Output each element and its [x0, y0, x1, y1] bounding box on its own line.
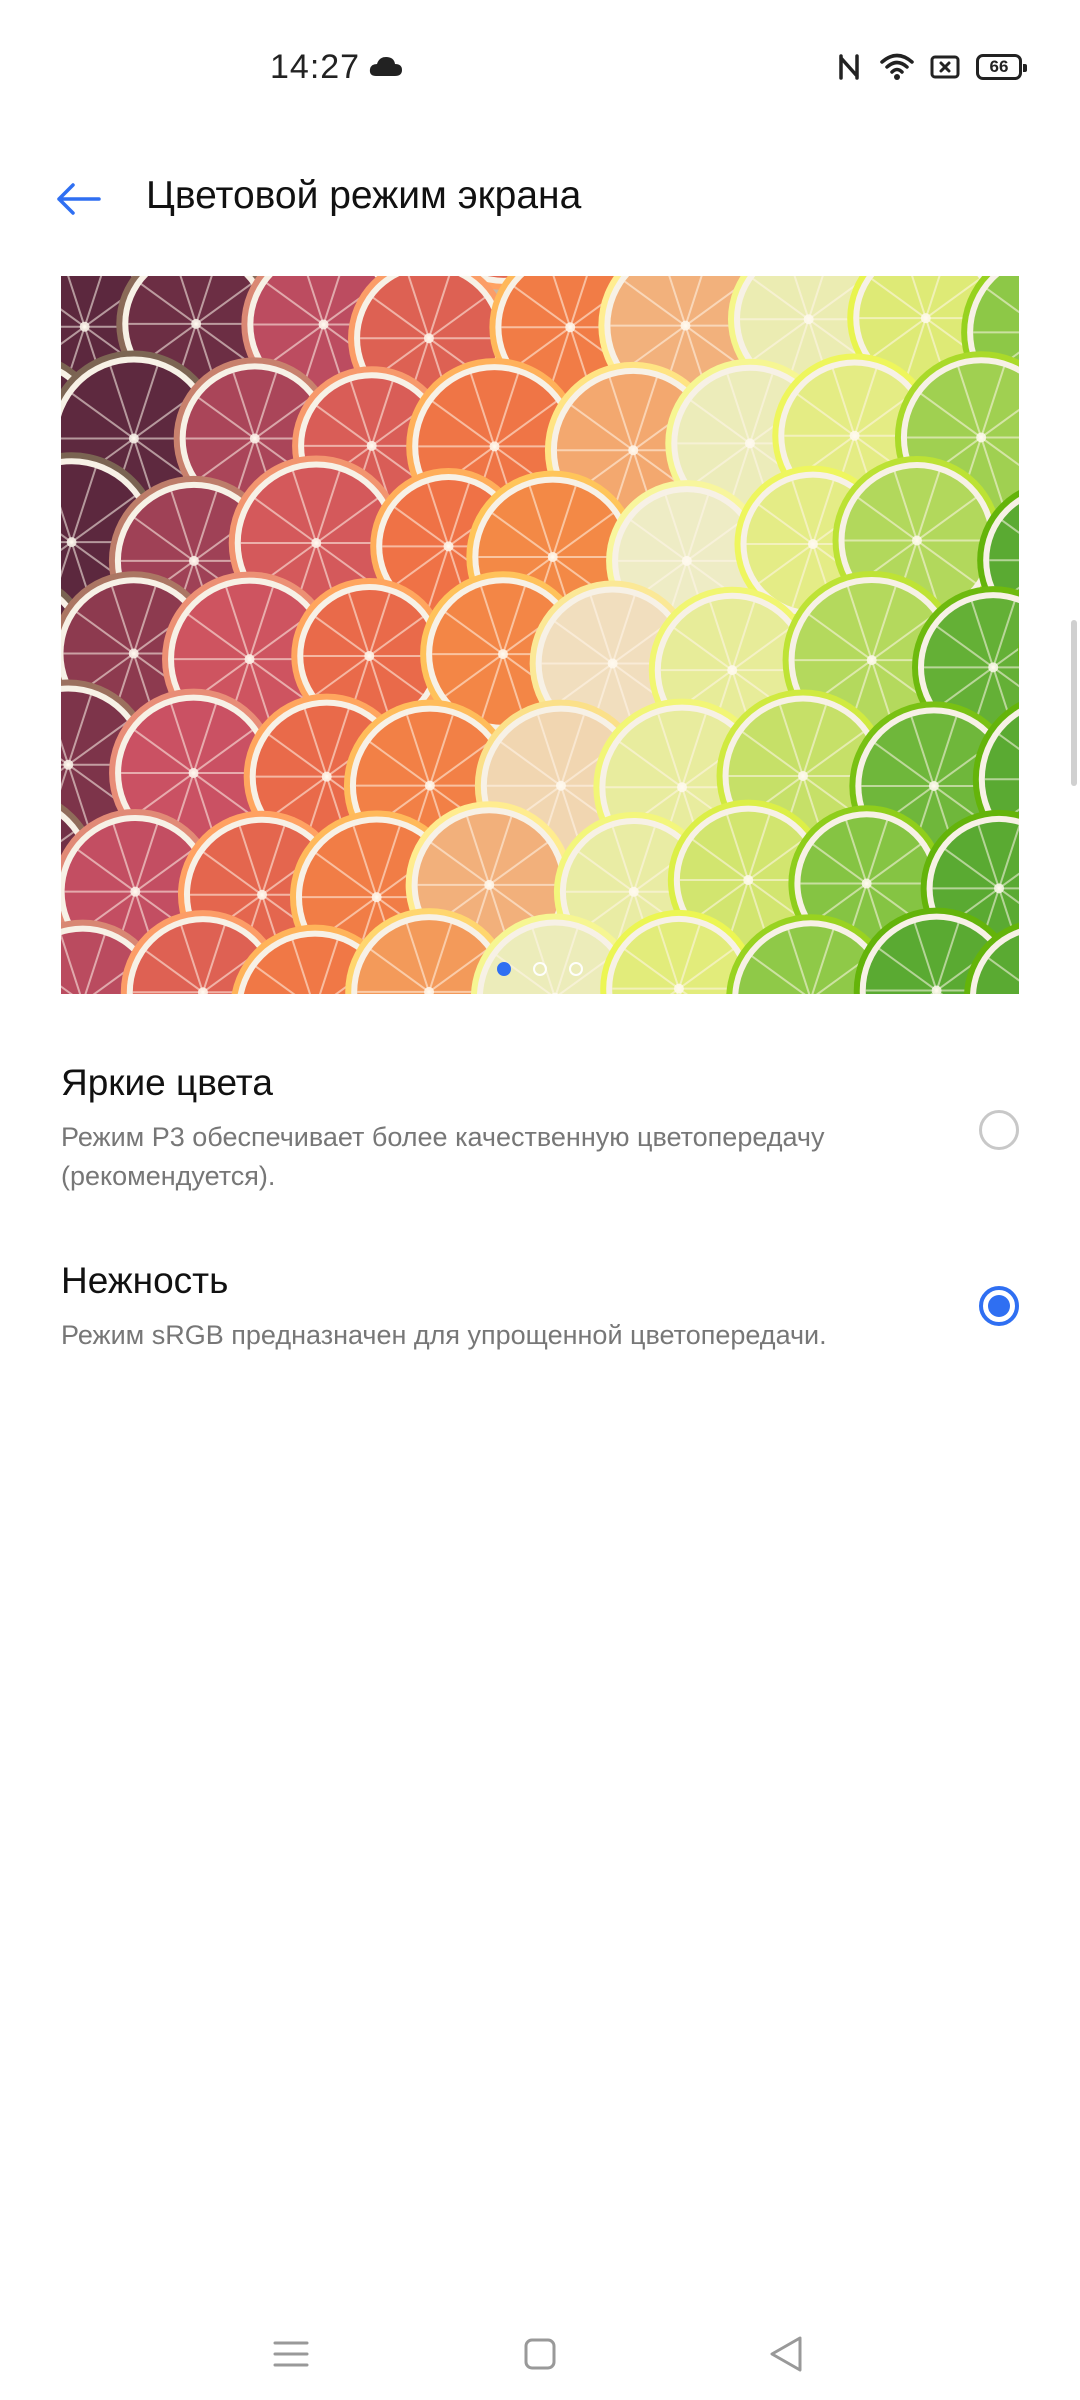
app-header: Цветовой режим экрана	[0, 150, 1080, 250]
nfc-icon	[839, 54, 859, 80]
cloud-icon	[369, 57, 402, 76]
pager-dot-2	[533, 962, 547, 976]
status-time: 14:27	[270, 48, 361, 86]
option-gentle[interactable]: Нежность Режим sRGB предназначен для упр…	[61, 1260, 1019, 1355]
home-button[interactable]	[510, 2324, 570, 2384]
scrollbar[interactable]	[1071, 620, 1077, 786]
page-title: Цветовой режим экрана	[146, 174, 582, 217]
option-description: Режим sRGB предназначен для упрощенной ц…	[61, 1320, 827, 1350]
option-description: Режим P3 обеспечивает более качественную…	[61, 1122, 825, 1191]
back-nav-button[interactable]	[756, 2324, 816, 2384]
radio-gentle[interactable]	[979, 1286, 1019, 1326]
back-triangle-icon	[770, 2336, 802, 2372]
wifi-icon	[880, 53, 914, 80]
radio-vivid[interactable]	[979, 1110, 1019, 1150]
pager-dot-1	[497, 962, 511, 976]
citrus-slices-image	[61, 276, 1019, 994]
pager-dot-3	[569, 962, 583, 976]
option-title: Яркие цвета	[61, 1062, 273, 1103]
option-title: Нежность	[61, 1260, 229, 1301]
home-icon	[524, 2338, 556, 2370]
battery-icon: 66	[976, 54, 1027, 80]
arrow-left-icon	[57, 183, 101, 215]
option-vivid[interactable]: Яркие цвета Режим P3 обеспечивает более …	[61, 1062, 1019, 1196]
navigation-bar	[0, 2300, 1080, 2400]
sim-icon	[930, 55, 960, 79]
screen: 14:27 66 Цветовой режим экрана Яркие цве…	[0, 0, 1080, 2400]
carousel-pager	[61, 962, 1019, 976]
back-button[interactable]	[52, 172, 106, 226]
menu-button[interactable]	[261, 2324, 321, 2384]
menu-icon	[273, 2341, 309, 2367]
status-icons: 66	[832, 50, 1027, 84]
status-bar: 14:27 66	[0, 0, 1080, 140]
preview-carousel[interactable]	[61, 276, 1019, 994]
